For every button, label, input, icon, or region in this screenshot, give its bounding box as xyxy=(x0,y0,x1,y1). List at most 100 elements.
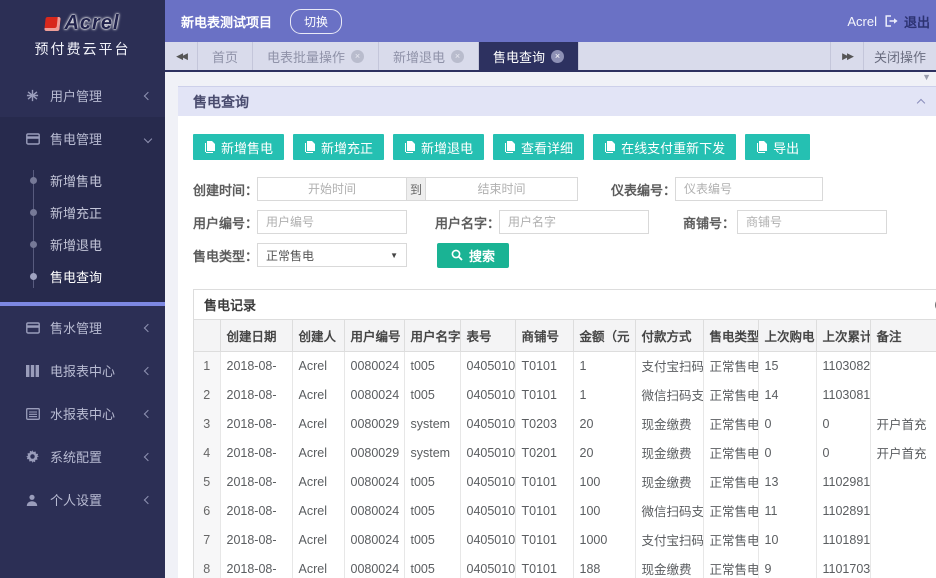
online-pay-resend-button[interactable]: 在线支付重新下发 xyxy=(593,134,736,160)
table-cell xyxy=(870,525,936,554)
table-cell xyxy=(870,554,936,578)
action-toolbar: 新增售电新增充正新增退电查看详细 在线支付重新下发 导出 xyxy=(193,134,936,160)
table-row[interactable]: 32018-08-Acrel0080029system04050102T0203… xyxy=(194,409,936,438)
person-icon xyxy=(26,494,50,506)
start-time-input[interactable] xyxy=(257,177,407,201)
sale-type-select[interactable]: 正常售电 ▼ xyxy=(257,243,407,267)
panel-body: 新增售电新增充正新增退电查看详细在线支付重新下发导出 创建时间： 到 仪表编号：… xyxy=(178,116,936,578)
add-refund-button[interactable]: 新增退电 xyxy=(393,134,484,160)
button-label: 在线支付重新下发 xyxy=(621,138,725,157)
project-name: 新电表测试项目 xyxy=(181,12,272,31)
user-name-input[interactable] xyxy=(499,210,649,234)
tab-close-icon[interactable]: × xyxy=(451,50,464,63)
tab-电表批量操作[interactable]: 电表批量操作 × xyxy=(253,42,379,70)
username[interactable]: Acrel xyxy=(847,14,877,29)
logo-subtitle: 预付费云平台 xyxy=(0,39,165,59)
table-row[interactable]: 12018-08-Acrel0080024t00504050101T01011支… xyxy=(194,351,936,380)
caret-down-icon[interactable]: ▼ xyxy=(922,72,931,82)
tab-close-icon[interactable]: × xyxy=(551,50,564,63)
select-caret-icon: ▼ xyxy=(390,251,398,260)
table-cell xyxy=(870,467,936,496)
sidebar-subitem-label: 新增售电 xyxy=(50,171,102,190)
sidebar-item-label: 售电管理 xyxy=(50,129,145,148)
table-row[interactable]: 82018-08-Acrel0080024t00504050101T010118… xyxy=(194,554,936,578)
end-time-input[interactable] xyxy=(425,177,578,201)
table-cell: T0201 xyxy=(515,438,573,467)
tab-close-icon[interactable]: × xyxy=(351,50,364,63)
query-panel: 售电查询 新增售电新增充正新增退电查看详细在线支付重新下发导出 创建时间： 到 xyxy=(178,86,936,578)
sidebar-item-user-mgmt[interactable]: 用户管理 xyxy=(0,74,165,117)
search-button[interactable]: 搜索 xyxy=(437,243,509,268)
table-cell: Acrel xyxy=(292,525,344,554)
table-cell: 0080029 xyxy=(344,438,404,467)
sidebar-item-label: 系统配置 xyxy=(50,447,145,466)
add-sale-button[interactable]: 新增售电 xyxy=(193,134,284,160)
list-icon xyxy=(26,408,50,420)
panel-collapse-button[interactable] xyxy=(918,97,924,106)
table-cell: 1102891. xyxy=(816,496,870,525)
sidebar-subitem-新增退电[interactable]: 新增退电 xyxy=(0,228,165,260)
table-row[interactable]: 72018-08-Acrel0080024t00504050101T010110… xyxy=(194,525,936,554)
logo-text: Acrel xyxy=(64,12,119,35)
tab-label: 新增退电 xyxy=(393,47,445,66)
table-cell xyxy=(870,351,936,380)
table-cell: t005 xyxy=(404,351,460,380)
table-cell: 现金缴费 xyxy=(635,409,703,438)
tab-首页[interactable]: 首页 xyxy=(198,42,253,70)
tab-新增退电[interactable]: 新增退电 × xyxy=(379,42,479,70)
row-number: 3 xyxy=(194,409,220,438)
doc-icon xyxy=(604,141,615,153)
table-row[interactable]: 62018-08-Acrel0080024t00504050101T010110… xyxy=(194,496,936,525)
table-row[interactable]: 52018-08-Acrel0080024t00504050101T010110… xyxy=(194,467,936,496)
table-cell: 0 xyxy=(758,409,816,438)
table-cell: 188 xyxy=(573,554,635,578)
table-cell: 04050101 xyxy=(460,351,515,380)
table-cell xyxy=(870,380,936,409)
records-table: 创建日期创建人用户编号用户名字表号商铺号金额（元付款方式售电类型上次购电上次累计… xyxy=(194,320,936,578)
column-header: 创建人 xyxy=(292,320,344,351)
table-cell: 2018-08- xyxy=(220,496,292,525)
table-cell: 2018-08- xyxy=(220,438,292,467)
sidebar-subitem-新增充正[interactable]: 新增充正 xyxy=(0,196,165,228)
table-cell: 2018-08- xyxy=(220,351,292,380)
switch-project-button[interactable]: 切换 xyxy=(290,9,342,34)
logout-button[interactable]: 退出 xyxy=(885,12,930,31)
tabs-scroll-right-button[interactable]: ▶▶ xyxy=(830,42,863,70)
content-area: ▼ 售电查询 新增售电新增充正新增退电查看详细在线支付重新下发导出 创建时间： xyxy=(165,72,936,578)
tab-label: 售电查询 xyxy=(493,47,545,66)
sidebar-subitem-label: 新增充正 xyxy=(50,203,102,222)
table-cell: t005 xyxy=(404,496,460,525)
sidebar-item-water-report-center[interactable]: 水报表中心 xyxy=(0,392,165,435)
sidebar-item-label: 电报表中心 xyxy=(50,361,145,380)
view-detail-button[interactable]: 查看详细 xyxy=(493,134,584,160)
user-no-input[interactable] xyxy=(257,210,407,234)
tabs-scroll-left-button[interactable]: ◀◀ xyxy=(165,42,198,70)
sidebar: Acrel 预付费云平台 用户管理售电管理新增售电新增充正新增退电售电查询售水管… xyxy=(0,0,165,578)
sidebar-item-elec-report-center[interactable]: 电报表中心 xyxy=(0,349,165,392)
shop-no-input[interactable] xyxy=(737,210,887,234)
table-cell: 04050101 xyxy=(460,380,515,409)
grid-icon xyxy=(26,365,50,377)
table-cell: 04050101 xyxy=(460,554,515,578)
app-window: Acrel 预付费云平台 用户管理售电管理新增售电新增充正新增退电售电查询售水管… xyxy=(0,0,936,578)
close-operations-menu[interactable]: 关闭操作 xyxy=(863,42,936,70)
sidebar-item-sale-water-mgmt[interactable]: 售水管理 xyxy=(0,306,165,349)
sidebar-item-system-config[interactable]: 系统配置 xyxy=(0,435,165,478)
table-cell: 04050101 xyxy=(460,467,515,496)
shop-no-label: 商铺号： xyxy=(673,213,735,232)
sidebar-subitem-售电查询[interactable]: 售电查询 xyxy=(0,260,165,292)
add-recharge-button[interactable]: 新增充正 xyxy=(293,134,384,160)
sidebar-item-sale-elec-mgmt[interactable]: 售电管理 xyxy=(0,117,165,160)
sidebar-item-personal-settings[interactable]: 个人设置 xyxy=(0,478,165,521)
sidebar-subitem-新增售电[interactable]: 新增售电 xyxy=(0,164,165,196)
meter-no-input[interactable] xyxy=(675,177,823,201)
export-button[interactable]: 导出 xyxy=(745,134,810,160)
doc-icon xyxy=(756,141,767,153)
table-row[interactable]: 42018-08-Acrel0080029system04050102T0201… xyxy=(194,438,936,467)
table-cell: 100 xyxy=(573,496,635,525)
table-row[interactable]: 22018-08-Acrel0080024t00504050101T01011微… xyxy=(194,380,936,409)
tab-label: 电表批量操作 xyxy=(267,47,345,66)
table-cell: 0080024 xyxy=(344,351,404,380)
tab-售电查询[interactable]: 售电查询 × xyxy=(479,42,579,70)
table-cell xyxy=(870,496,936,525)
